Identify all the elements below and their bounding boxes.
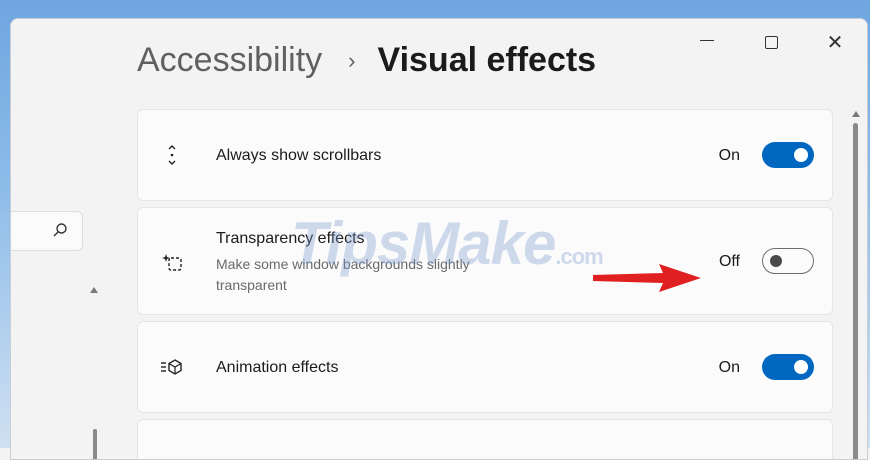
breadcrumb-chevron-icon: › xyxy=(348,47,356,73)
toggle-state-label: Off xyxy=(718,253,740,270)
transparency-icon xyxy=(162,254,182,271)
toggle-state-label: On xyxy=(718,359,740,376)
setting-card-scrollbars: Always show scrollbars On xyxy=(137,109,833,201)
settings-window: ✕ Accessibility › Visual effects Always … xyxy=(10,18,868,460)
maximize-button[interactable] xyxy=(739,19,803,65)
maximize-icon xyxy=(764,35,778,49)
minimize-button[interactable] xyxy=(675,19,739,65)
close-button[interactable]: ✕ xyxy=(803,19,867,65)
setting-card-animation: Animation effects On xyxy=(137,321,833,413)
setting-title: Always show scrollbars xyxy=(216,147,382,164)
sidebar-scrollbar-thumb[interactable] xyxy=(93,429,97,459)
breadcrumb-parent-link[interactable]: Accessibility xyxy=(137,41,322,80)
setting-card-next xyxy=(137,419,833,459)
page-title: Visual effects xyxy=(377,41,597,79)
animation-icon xyxy=(161,359,182,375)
toggle-knob xyxy=(794,148,808,162)
watermark-text: TipsMake xyxy=(291,210,556,277)
scrollbar-arrows-icon xyxy=(168,145,176,165)
toggle-knob xyxy=(770,255,782,267)
toggle-knob xyxy=(794,360,808,374)
scrollbar-thumb[interactable] xyxy=(853,123,858,459)
sidebar-scroll-up-icon[interactable] xyxy=(89,285,99,295)
scroll-up-icon[interactable] xyxy=(851,109,861,119)
watermark: TipsMake.com xyxy=(291,209,604,278)
setting-title: Animation effects xyxy=(216,359,339,376)
animation-toggle[interactable] xyxy=(762,354,814,380)
search-input[interactable] xyxy=(11,211,83,251)
toggle-state-label: On xyxy=(718,147,740,164)
window-caption-buttons: ✕ xyxy=(675,19,867,65)
breadcrumb: Accessibility › Visual effects xyxy=(137,41,596,80)
transparency-toggle[interactable] xyxy=(762,248,814,274)
red-arrow-icon xyxy=(593,264,701,292)
search-icon xyxy=(53,223,67,237)
minimize-icon xyxy=(700,39,714,41)
close-icon: ✕ xyxy=(826,30,844,54)
scrollbars-toggle[interactable] xyxy=(762,142,814,168)
